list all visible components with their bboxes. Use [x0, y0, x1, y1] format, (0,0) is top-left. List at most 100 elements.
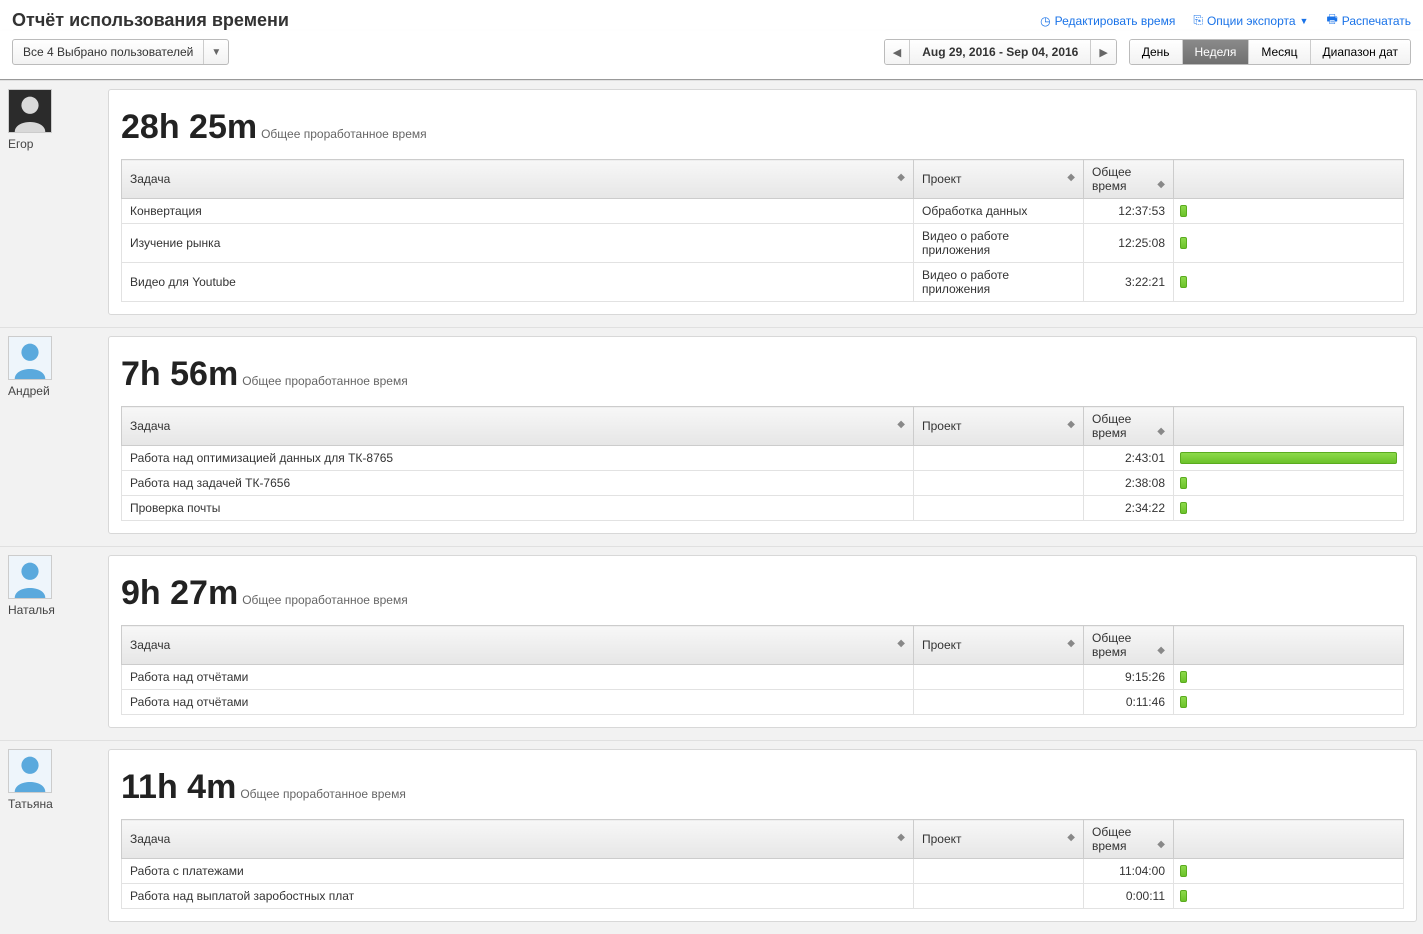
task-cell: Работа над задачей ТК-7656: [122, 471, 914, 496]
table-row[interactable]: КонвертацияОбработка данных12:37:53: [122, 199, 1404, 224]
user-block: Наталья 9h 27m Общее проработанное время За…: [0, 546, 1423, 740]
print-label: Распечатать: [1342, 14, 1411, 28]
total-time-label: Общее проработанное время: [240, 787, 406, 801]
user-sidebar: Андрей: [0, 328, 108, 546]
table-row[interactable]: Работа над отчётами 0:11:46: [122, 690, 1404, 715]
project-cell: Видео о работе приложения: [914, 263, 1084, 302]
summary-box: 7h 56mОбщее проработанное времяЗадача◆Пр…: [108, 336, 1417, 534]
column-header-project[interactable]: Проект◆: [914, 160, 1084, 199]
bar-cell: [1174, 199, 1404, 224]
table-row[interactable]: Работа над задачей ТК-76562:38:08: [122, 471, 1404, 496]
column-header-total_time[interactable]: Общее время◆: [1084, 820, 1174, 859]
print-link[interactable]: 🖶 Распечатать: [1326, 10, 1411, 31]
total-time: 7h 56m: [121, 355, 238, 394]
total-time: 11h 4m: [121, 768, 236, 807]
tasks-table: Задача◆Проект◆Общее время◆ Работа над опт…: [121, 406, 1404, 521]
tasks-table: Задача◆Проект◆Общее время◆Работа с плате…: [121, 819, 1404, 909]
project-cell: [914, 884, 1084, 909]
column-header-task[interactable]: Задача◆: [122, 407, 914, 446]
column-header-total_time[interactable]: Общее время◆: [1084, 160, 1174, 199]
time-bar: [1180, 865, 1187, 877]
column-header-bar: [1174, 626, 1404, 665]
tab-day[interactable]: День: [1130, 40, 1183, 64]
task-cell: Работа над отчётами: [122, 690, 914, 715]
export-label: Опции экспорта: [1207, 14, 1296, 28]
user-sidebar: Татьяна: [0, 741, 108, 934]
column-header-total_time[interactable]: Общее время◆: [1084, 626, 1174, 665]
avatar[interactable]: [8, 555, 52, 599]
project-cell: [914, 859, 1084, 884]
export-icon: ⎘: [1193, 13, 1203, 28]
time-cell: 3:22:21: [1084, 263, 1174, 302]
bar-cell: [1174, 263, 1404, 302]
time-cell: 0:11:46: [1084, 690, 1174, 715]
chevron-down-icon: ▼: [1300, 16, 1309, 26]
date-range[interactable]: Aug 29, 2016 - Sep 04, 2016: [909, 40, 1091, 64]
column-header-task[interactable]: Задача◆: [122, 160, 914, 199]
export-options-link[interactable]: ⎘ Опции экспорта ▼: [1193, 13, 1308, 28]
user-main: 9h 27m Общее проработанное время Задача◆Пр…: [108, 547, 1423, 740]
total-time-label: Общее проработанное время: [242, 593, 408, 607]
total-time: 9h 27m: [121, 574, 238, 613]
project-cell: Видео о работе приложения: [914, 224, 1084, 263]
table-row[interactable]: Проверка почты 2:34:22: [122, 496, 1404, 521]
tab-range[interactable]: Диапазон дат: [1311, 40, 1410, 64]
tab-month[interactable]: Месяц: [1249, 40, 1310, 64]
sort-icon: ◆: [1067, 638, 1075, 649]
time-cell: 2:43:01: [1084, 446, 1174, 471]
tab-week[interactable]: Неделя: [1183, 40, 1250, 64]
column-header-total_time[interactable]: Общее время◆: [1084, 407, 1174, 446]
sort-icon: ◆: [897, 419, 905, 430]
user-name[interactable]: Татьяна: [8, 797, 100, 811]
project-cell: [914, 665, 1084, 690]
time-cell: 2:34:22: [1084, 496, 1174, 521]
user-name[interactable]: Андрей: [8, 384, 100, 398]
user-sidebar: Наталья: [0, 547, 108, 740]
task-cell: Работа над отчётами: [122, 665, 914, 690]
avatar[interactable]: [8, 89, 52, 133]
bar-cell: [1174, 471, 1404, 496]
total-time-label: Общее проработанное время: [261, 127, 427, 141]
column-header-project[interactable]: Проект◆: [914, 626, 1084, 665]
sort-icon: ◆: [1157, 179, 1165, 190]
project-cell: Обработка данных: [914, 199, 1084, 224]
table-row[interactable]: Работа над оптимизацией данных для ТК-87…: [122, 446, 1404, 471]
user-filter-dropdown[interactable]: Все 4 Выбрано пользователей ▼: [12, 39, 229, 65]
column-header-project[interactable]: Проект◆: [914, 820, 1084, 859]
table-row[interactable]: Видео для YoutubeВидео о работе приложен…: [122, 263, 1404, 302]
table-row[interactable]: Работа над отчётами9:15:26: [122, 665, 1404, 690]
user-name[interactable]: Наталья: [8, 603, 100, 617]
task-cell: Проверка почты: [122, 496, 914, 521]
total-time-label: Общее проработанное время: [242, 374, 408, 388]
avatar[interactable]: [8, 336, 52, 380]
time-bar: [1180, 477, 1187, 489]
column-header-bar: [1174, 160, 1404, 199]
time-cell: 0:00:11: [1084, 884, 1174, 909]
next-period-button[interactable]: ▶: [1091, 40, 1115, 64]
time-cell: 11:04:00: [1084, 859, 1174, 884]
table-row[interactable]: Работа с платежами11:04:00: [122, 859, 1404, 884]
table-row[interactable]: Изучение рынкаВидео о работе приложения1…: [122, 224, 1404, 263]
bar-cell: [1174, 224, 1404, 263]
column-header-project[interactable]: Проект◆: [914, 407, 1084, 446]
summary-box: 9h 27m Общее проработанное время Задача◆Пр…: [108, 555, 1417, 728]
sort-icon: ◆: [897, 832, 905, 843]
time-bar: [1180, 205, 1187, 217]
user-main: 11h 4m Общее проработанное время Задача◆Пр…: [108, 741, 1423, 934]
table-row[interactable]: Работа над выплатой заробостных плат0:00…: [122, 884, 1404, 909]
column-header-task[interactable]: Задача◆: [122, 626, 914, 665]
avatar[interactable]: [8, 749, 52, 793]
bar-cell: [1174, 859, 1404, 884]
prev-period-button[interactable]: ◀: [885, 40, 909, 64]
bar-cell: [1174, 446, 1404, 471]
user-filter-label: Все 4 Выбрано пользователей: [13, 40, 203, 64]
task-cell: Работа над оптимизацией данных для ТК-87…: [122, 446, 914, 471]
summary-box: 28h 25mОбщее проработанное времяЗадача◆П…: [108, 89, 1417, 315]
column-header-task[interactable]: Задача◆: [122, 820, 914, 859]
user-name[interactable]: Егор: [8, 137, 100, 151]
time-bar: [1180, 696, 1187, 708]
task-cell: Конвертация: [122, 199, 914, 224]
sort-icon: ◆: [1067, 832, 1075, 843]
sort-icon: ◆: [1067, 419, 1075, 430]
edit-time-link[interactable]: ◷ Редактировать время: [1040, 14, 1175, 28]
